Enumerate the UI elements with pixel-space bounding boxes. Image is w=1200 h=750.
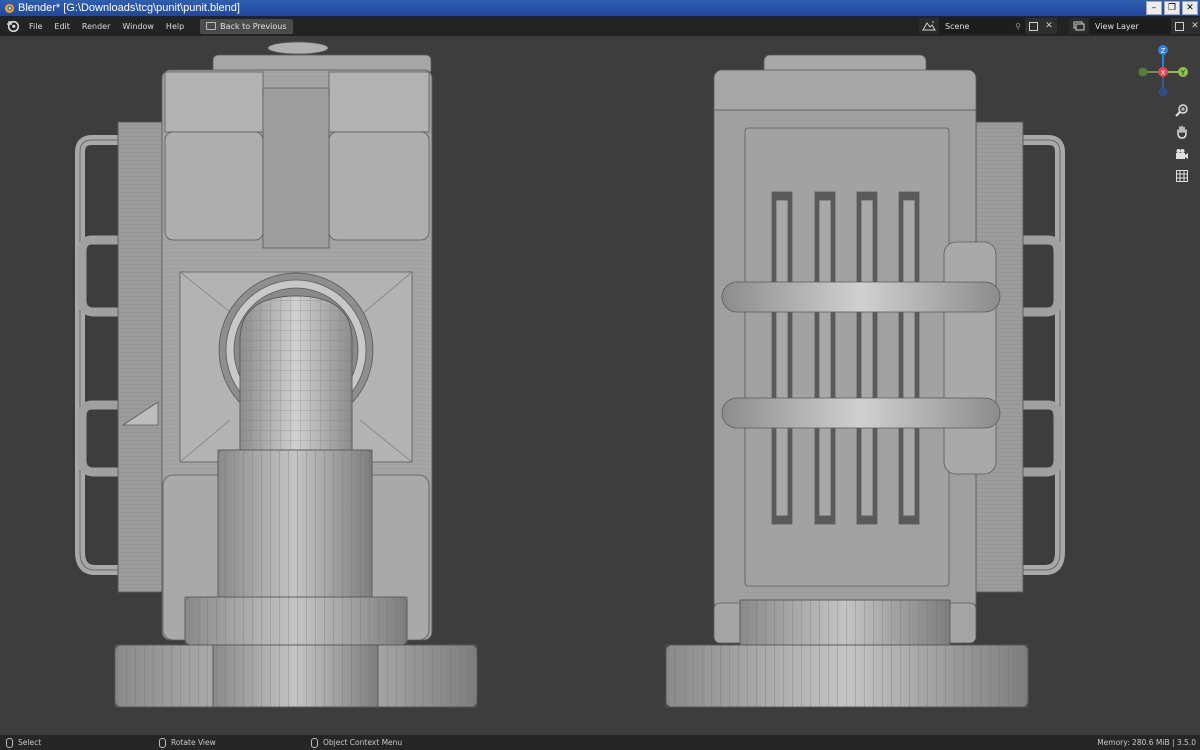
- gizmo-x-label: X: [1161, 69, 1166, 77]
- camera-icon[interactable]: [1172, 144, 1192, 164]
- window-title: Blender* [G:\Downloads\tcg\punit\punit.b…: [18, 2, 240, 14]
- menu-help[interactable]: Help: [160, 22, 190, 31]
- gizmo-neg-y-axis[interactable]: [1138, 67, 1148, 77]
- pin-icon[interactable]: ⚲: [1011, 18, 1025, 34]
- delete-view-layer-icon[interactable]: ✕: [1187, 18, 1200, 34]
- hand-pan-icon[interactable]: [1172, 122, 1192, 142]
- window-controls: – ❐ ✕: [1146, 1, 1198, 15]
- view-layer-field[interactable]: View Layer: [1089, 18, 1171, 34]
- status-rotate-label: Rotate View: [171, 738, 216, 747]
- gizmo-y-label: Y: [1180, 69, 1186, 77]
- maximize-button[interactable]: ❐: [1164, 1, 1180, 15]
- scene-icon[interactable]: [919, 18, 939, 34]
- status-context-label: Object Context Menu: [323, 738, 403, 747]
- 3d-viewport[interactable]: Z Y X: [0, 36, 1200, 735]
- menu-render[interactable]: Render: [76, 22, 116, 31]
- delete-scene-icon[interactable]: ✕: [1041, 18, 1057, 34]
- new-view-layer-icon[interactable]: [1171, 18, 1187, 34]
- scene-field[interactable]: Scene: [939, 18, 1011, 34]
- blender-logo-icon: [5, 4, 14, 13]
- minimize-button[interactable]: –: [1146, 1, 1162, 15]
- mouse-left-icon: [6, 737, 13, 748]
- zoom-icon[interactable]: [1172, 100, 1192, 120]
- new-scene-icon[interactable]: [1025, 18, 1041, 34]
- status-context: Object Context Menu: [311, 737, 403, 748]
- menu-window[interactable]: Window: [116, 22, 160, 31]
- top-bar: File Edit Render Window Help Back to Pre…: [0, 16, 1200, 36]
- memory-readout: Memory: 280.6 MiB | 3.5.0: [1097, 738, 1196, 747]
- status-select: Select: [6, 737, 42, 748]
- gizmo-neg-z-axis[interactable]: [1158, 87, 1168, 97]
- back-to-previous-label: Back to Previous: [220, 21, 287, 31]
- mouse-middle-icon: [159, 737, 166, 748]
- status-bar: Select Rotate View Object Context Menu M…: [0, 735, 1200, 750]
- main-menu: File Edit Render Window Help: [23, 22, 190, 31]
- mouse-right-icon: [311, 737, 318, 748]
- grid-icon[interactable]: [1172, 166, 1192, 186]
- left-model: [75, 41, 478, 708]
- blender-menu-icon[interactable]: [6, 19, 20, 33]
- scene-selector: Scene ⚲ ✕ View Layer ✕: [919, 18, 1200, 34]
- view-layer-icon[interactable]: [1069, 18, 1089, 34]
- right-model: [665, 54, 1065, 708]
- menu-file[interactable]: File: [23, 22, 48, 31]
- status-rotate: Rotate View: [159, 737, 216, 748]
- mesh-model-view: [75, 41, 1065, 708]
- back-to-previous-button[interactable]: Back to Previous: [200, 18, 293, 34]
- menu-edit[interactable]: Edit: [48, 22, 76, 31]
- screen-icon: [206, 22, 217, 30]
- navigation-gizmo[interactable]: Z Y X: [1134, 44, 1194, 100]
- gizmo-z-label: Z: [1161, 47, 1166, 55]
- window-title-bar: Blender* [G:\Downloads\tcg\punit\punit.b…: [0, 0, 1200, 16]
- close-button[interactable]: ✕: [1182, 1, 1198, 15]
- status-select-label: Select: [18, 738, 42, 747]
